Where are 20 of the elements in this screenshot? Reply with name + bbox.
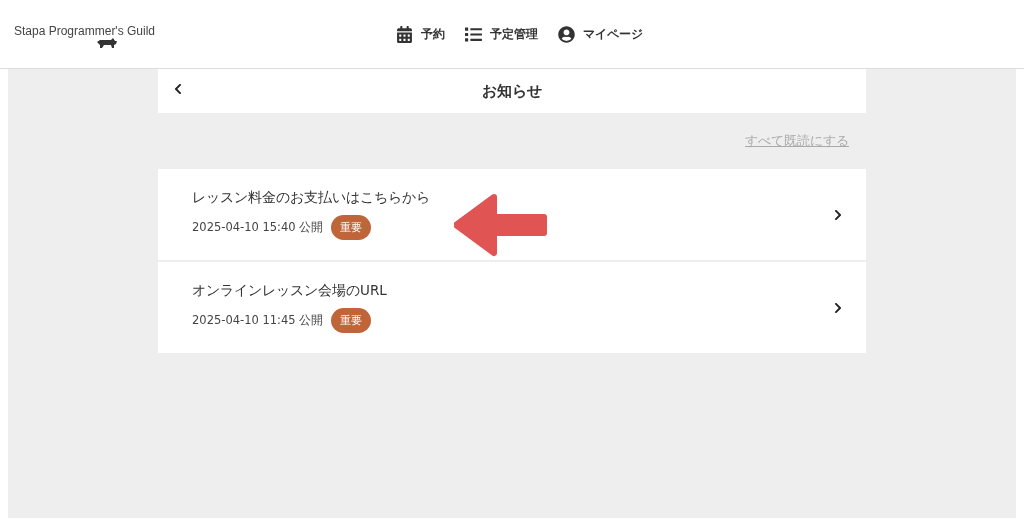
nav-link[interactable]: 予約 (395, 25, 445, 43)
chevron-right-icon (832, 208, 844, 221)
logo[interactable]: Stapa Programmer's Guild (14, 24, 155, 38)
publish-date: 2025-04-10 11:45 公開 (192, 313, 324, 328)
publish-date: 2025-04-10 15:40 公開 (192, 220, 324, 235)
chevron-right-icon (832, 301, 844, 314)
notice-title: レッスン料金のお支払いはこちらから (192, 189, 431, 207)
important-badge: 重要 (331, 215, 372, 240)
user-icon (557, 25, 575, 43)
notice-item[interactable]: レッスン料金のお支払いはこちらから 2025-04-10 15:40 公開 重要 (158, 169, 866, 260)
notice-title: オンラインレッスン会場のURL (192, 282, 388, 300)
important-badge: 重要 (331, 308, 372, 333)
notice-item[interactable]: オンラインレッスン会場のURL 2025-04-10 11:45 公開 重要 (158, 262, 866, 353)
nav-link[interactable]: 予定管理 (464, 25, 538, 43)
nav-link[interactable]: マイページ (557, 25, 643, 43)
list-icon (464, 25, 482, 43)
cat-icon (96, 38, 118, 48)
calendar-icon (395, 25, 413, 43)
back-button[interactable] (172, 83, 184, 95)
page-title: お知らせ (482, 81, 542, 101)
